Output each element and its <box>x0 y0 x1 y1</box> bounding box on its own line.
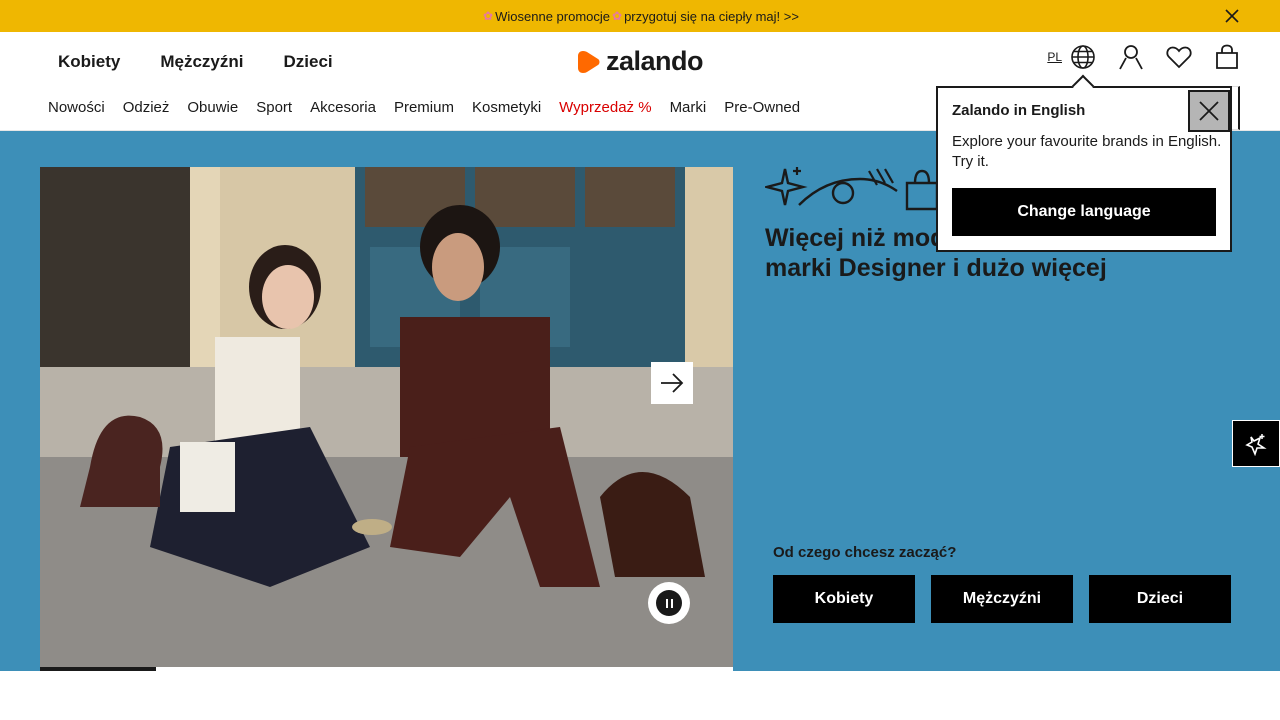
hero-image[interactable] <box>40 167 733 667</box>
close-icon <box>1199 101 1219 121</box>
change-language-button[interactable]: Change language <box>952 188 1216 236</box>
pause-icon <box>656 590 682 616</box>
heart-icon[interactable] <box>1166 44 1192 70</box>
gender-nav-men[interactable]: Mężczyźni <box>160 52 243 72</box>
category-new[interactable]: Nowości <box>48 99 105 116</box>
popup-close-button[interactable] <box>1188 90 1230 132</box>
category-nav: Nowości Odzież Obuwie Sport Akcesoria Pr… <box>48 99 818 116</box>
promo-banner[interactable]: ✿ Wiosenne promocje ✿ przygotuj się na c… <box>0 0 1280 32</box>
globe-icon[interactable] <box>1070 44 1096 70</box>
category-accessories[interactable]: Akcesoria <box>310 99 376 116</box>
sparkle-icon <box>1245 433 1267 456</box>
arrow-right-icon <box>661 373 684 393</box>
language-code[interactable]: PL <box>1047 50 1062 64</box>
promo-text-after[interactable]: przygotuj się na ciepły maj! >> <box>624 9 799 24</box>
cta-kids-button[interactable]: Dzieci <box>1089 575 1231 623</box>
category-premium[interactable]: Premium <box>394 99 454 116</box>
carousel-progress <box>40 667 733 671</box>
hero-illustration-icon <box>765 167 939 211</box>
category-sport[interactable]: Sport <box>256 99 292 116</box>
gender-nav-women[interactable]: Kobiety <box>58 52 120 72</box>
cta-men-button[interactable]: Mężczyźni <box>931 575 1073 623</box>
flower-icon: ✿ <box>612 9 623 23</box>
carousel-next-button[interactable] <box>651 362 693 404</box>
bag-icon[interactable] <box>1214 44 1240 70</box>
zalando-logo[interactable]: zalando <box>577 46 704 77</box>
carousel-pause-button[interactable] <box>648 582 690 624</box>
cta-label: Od czego chcesz zacząć? <box>773 544 957 561</box>
language-popup: Zalando in English Explore your favourit… <box>936 86 1232 252</box>
logo-mark-icon <box>578 50 600 73</box>
popup-body: Explore your favourite brands in English… <box>952 133 1222 170</box>
feedback-tab[interactable] <box>1232 420 1280 467</box>
carousel-progress-fill <box>40 667 156 671</box>
category-sale[interactable]: Wyprzedaż % <box>559 99 651 116</box>
logo-text: zalando <box>606 46 704 76</box>
cta-row: Kobiety Mężczyźni Dzieci <box>773 575 1231 623</box>
close-icon[interactable] <box>1224 8 1240 24</box>
user-icon[interactable] <box>1118 44 1144 70</box>
gender-nav-kids[interactable]: Dzieci <box>283 52 332 72</box>
flower-icon: ✿ <box>483 9 494 23</box>
category-shoes[interactable]: Obuwie <box>187 99 238 116</box>
category-clothing[interactable]: Odzież <box>123 99 170 116</box>
category-pre-owned[interactable]: Pre-Owned <box>724 99 800 116</box>
popup-title: Zalando in English <box>952 102 1086 119</box>
gender-nav: Kobiety Mężczyźni Dzieci <box>58 52 373 72</box>
promo-text-before[interactable]: Wiosenne promocje <box>495 9 610 24</box>
cta-women-button[interactable]: Kobiety <box>773 575 915 623</box>
header-actions: PL <box>1047 44 1240 70</box>
category-brands[interactable]: Marki <box>670 99 707 116</box>
category-beauty[interactable]: Kosmetyki <box>472 99 541 116</box>
popup-edge <box>1232 86 1240 130</box>
